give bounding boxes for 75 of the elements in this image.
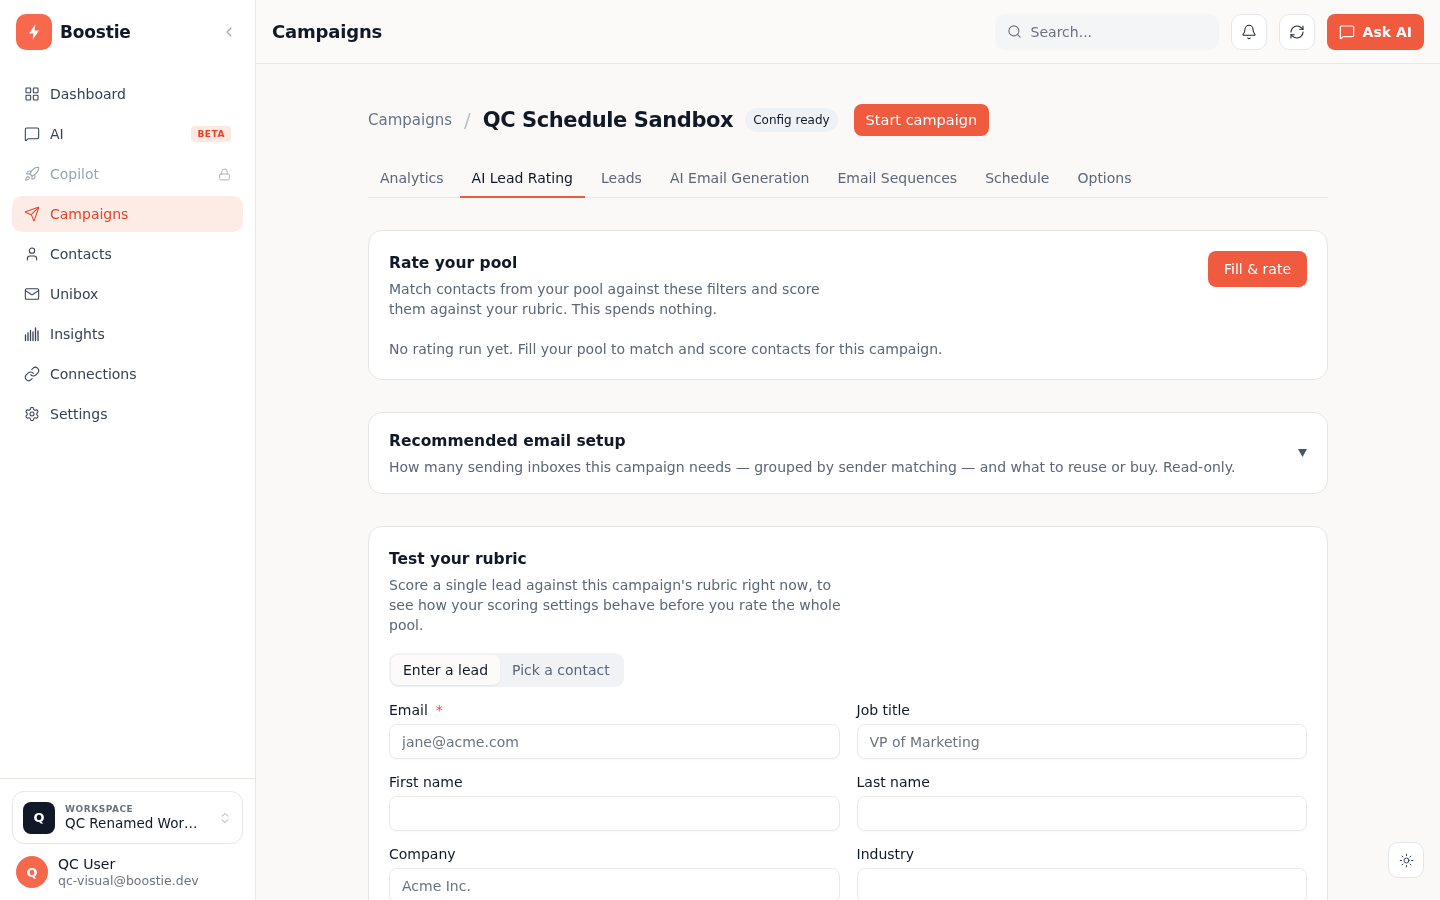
- card-description: How many sending inboxes this campaign needs — grouped by sender matching — and what to reuse or buy. Read-only.: [389, 458, 1237, 477]
- person-icon: [24, 246, 40, 262]
- input-field[interactable]: Acme Inc.: [389, 868, 840, 900]
- nav-item[interactable]: Insights: [12, 316, 243, 352]
- start-campaign-button[interactable]: Start campaign: [853, 104, 990, 136]
- status-badge: BETA: [191, 126, 231, 142]
- card-description: Match contacts from your pool against these filters and score them against your rubric. This spends nothing.: [389, 280, 821, 319]
- chat-bubble-icon: [24, 126, 40, 142]
- tab[interactable]: AI Lead Rating: [459, 160, 585, 198]
- lock-icon: [218, 167, 231, 181]
- input-field[interactable]: jane@acme.com: [389, 724, 840, 759]
- field-label: Industry: [856, 845, 915, 863]
- workspace-caption: WORKSPACE: [65, 804, 135, 814]
- card-title: Rate your pool: [389, 253, 519, 274]
- caret-down-icon[interactable]: [1298, 449, 1307, 457]
- tab[interactable]: AI Email Generation: [657, 160, 822, 198]
- status-message: No rating run yet. Fill your pool to match and score contacts for this campaign.: [389, 340, 944, 359]
- grid-icon: [24, 86, 40, 102]
- search-icon: [1006, 23, 1022, 39]
- workspace-name: QC Renamed Wor…: [65, 815, 199, 831]
- mode-tab[interactable]: Enter a lead: [391, 655, 501, 685]
- card-title: Recommended email setup: [389, 431, 627, 452]
- field-label: Last name: [856, 773, 930, 791]
- settings-icon: [24, 406, 40, 422]
- input-field[interactable]: [856, 796, 1307, 831]
- input-field[interactable]: VP of Marketing: [856, 724, 1307, 759]
- nav-item[interactable]: Unibox: [12, 276, 243, 312]
- header-title: Campaigns: [272, 21, 383, 42]
- bell-icon: [1240, 23, 1257, 40]
- chat-bubble-icon: [1338, 23, 1355, 40]
- tab[interactable]: Options: [1065, 160, 1144, 198]
- breadcrumb-link[interactable]: Campaigns: [368, 111, 452, 129]
- field-label: Company: [389, 845, 456, 863]
- theme-toggle-button[interactable]: [1388, 842, 1424, 878]
- mode-tab[interactable]: Pick a contact: [500, 655, 622, 685]
- rocket-icon: [24, 166, 40, 182]
- brand-name: Boostie: [60, 22, 131, 42]
- envelope-icon: [24, 286, 40, 302]
- field-label: First name: [389, 773, 463, 791]
- user-email: qc-visual@boostie.dev: [58, 873, 199, 888]
- nav-item[interactable]: Connections: [12, 356, 243, 392]
- required-mark: *: [435, 701, 443, 719]
- fill-rate-button[interactable]: Fill & rate: [1208, 251, 1307, 287]
- nav-item[interactable]: Dashboard: [12, 76, 243, 112]
- nav-item[interactable]: AI BETA: [12, 116, 243, 152]
- notifications-button[interactable]: [1230, 13, 1267, 50]
- tab[interactable]: Analytics: [368, 160, 456, 198]
- user-avatar: Q: [16, 856, 48, 888]
- tab[interactable]: Schedule: [973, 160, 1062, 198]
- input-field[interactable]: [856, 868, 1307, 900]
- ask-ai-button[interactable]: Ask AI: [1326, 13, 1424, 50]
- card-description: Score a single lead against this campaign's rubric right now, to see how your scoring settings behave before you rate the whole pool.: [389, 576, 841, 635]
- page-title: QC Schedule Sandbox: [482, 108, 734, 132]
- link-icon: [24, 366, 40, 382]
- bolt-logo-icon: [16, 14, 52, 50]
- field-label: Email: [389, 701, 428, 719]
- nav-item[interactable]: Settings: [12, 396, 243, 432]
- workspace-switcher[interactable]: Q WORKSPACE QC Renamed Wor…: [12, 791, 243, 844]
- user-name: QC User: [58, 856, 117, 872]
- status-badge: Config ready: [745, 108, 838, 132]
- card-title: Test your rubric: [389, 549, 528, 570]
- refresh-icon: [1288, 23, 1305, 40]
- nav-item[interactable]: Contacts: [12, 236, 243, 272]
- search-field[interactable]: Search...: [994, 13, 1219, 50]
- workspace-avatar: Q: [23, 801, 55, 834]
- tab[interactable]: Email Sequences: [825, 160, 970, 198]
- paper-plane-icon: [24, 206, 40, 222]
- field-label: Job title: [856, 701, 910, 719]
- refresh-button[interactable]: [1278, 13, 1315, 50]
- input-field[interactable]: [389, 796, 840, 831]
- sun-icon: [1398, 852, 1414, 868]
- tab[interactable]: Leads: [588, 160, 654, 198]
- bar-chart-icon: [24, 326, 40, 342]
- breadcrumb-separator: /: [464, 108, 471, 132]
- nav-item[interactable]: Campaigns: [12, 196, 243, 232]
